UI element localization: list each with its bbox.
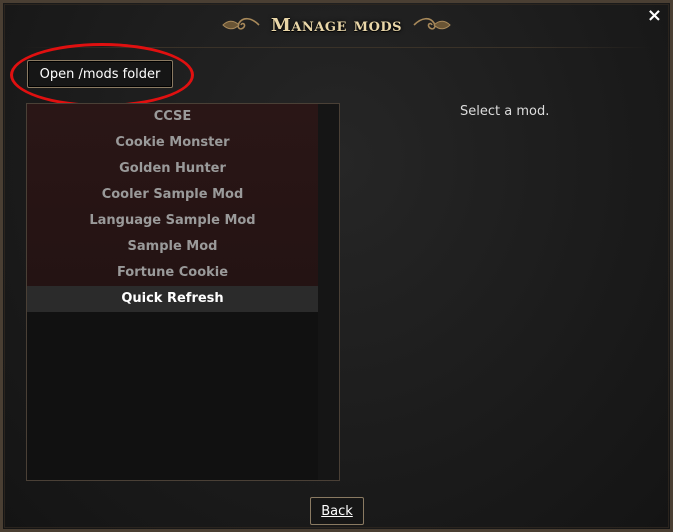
left-flourish-icon (222, 17, 260, 30)
open-mods-folder-button[interactable]: Open /mods folder (27, 60, 173, 88)
mod-detail-placeholder: Select a mod. (460, 104, 550, 119)
mod-item-golden-hunter[interactable]: Golden Hunter (27, 156, 318, 182)
back-button[interactable]: Back (310, 497, 364, 525)
mod-item-quick-refresh[interactable]: Quick Refresh (27, 286, 318, 312)
manage-mods-dialog: Manage mods × Open /mods folder CCSE Coo… (0, 0, 673, 532)
mod-item-sample-mod[interactable]: Sample Mod (27, 234, 318, 260)
header-divider (21, 47, 652, 48)
mod-item-ccse[interactable]: CCSE (27, 104, 318, 130)
mod-item-fortune-cookie[interactable]: Fortune Cookie (27, 260, 318, 286)
mod-list-scrollbar[interactable] (318, 104, 339, 480)
close-icon[interactable]: × (647, 7, 662, 25)
mod-list-items: CCSE Cookie Monster Golden Hunter Cooler… (27, 104, 318, 480)
dialog-header: Manage mods (3, 11, 670, 39)
mod-item-cookie-monster[interactable]: Cookie Monster (27, 130, 318, 156)
right-flourish-icon (413, 17, 451, 30)
mod-item-language-sample-mod[interactable]: Language Sample Mod (27, 208, 318, 234)
dialog-title: Manage mods (270, 14, 403, 36)
mod-item-cooler-sample-mod[interactable]: Cooler Sample Mod (27, 182, 318, 208)
mod-list: CCSE Cookie Monster Golden Hunter Cooler… (26, 103, 340, 481)
